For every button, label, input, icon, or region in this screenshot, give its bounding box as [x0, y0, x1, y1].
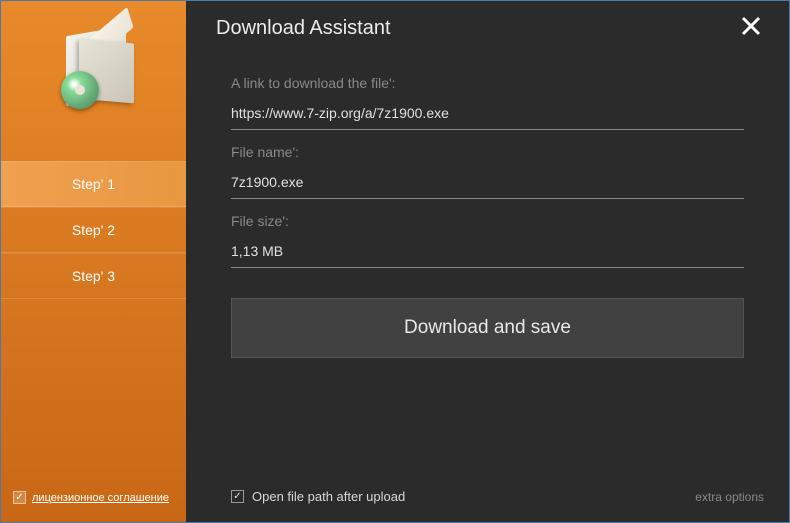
license-area: лицензионное соглашение: [13, 491, 169, 504]
step-2[interactable]: Step' 2: [1, 207, 186, 253]
sidebar: Step' 1 Step' 2 Step' 3 лицензионное сог…: [1, 1, 186, 522]
step-1[interactable]: Step' 1: [1, 161, 186, 207]
filesize-input[interactable]: [231, 237, 744, 268]
open-path-label: Open file path after upload: [252, 489, 405, 504]
link-input[interactable]: [231, 99, 744, 130]
download-save-button[interactable]: Download and save: [231, 298, 744, 358]
step-3[interactable]: Step' 3: [1, 253, 186, 299]
close-icon: [741, 16, 761, 36]
license-checkbox[interactable]: [13, 491, 26, 504]
filename-input[interactable]: [231, 168, 744, 199]
filename-label: File name':: [231, 144, 744, 160]
filesize-label: File size':: [231, 213, 744, 229]
footer-left: Open file path after upload: [231, 489, 405, 504]
close-button[interactable]: [735, 16, 767, 41]
extra-options-link[interactable]: extra options: [695, 490, 764, 504]
form-area: A link to download the file': File name'…: [186, 51, 789, 471]
license-link[interactable]: лицензионное соглашение: [32, 492, 169, 504]
header: Download Assistant: [186, 1, 789, 51]
open-path-checkbox[interactable]: [231, 490, 244, 503]
link-label: A link to download the file':: [231, 75, 744, 91]
footer: Open file path after upload extra option…: [186, 471, 789, 522]
steps-list: Step' 1 Step' 2 Step' 3: [1, 161, 186, 299]
main-panel: Download Assistant A link to download th…: [186, 1, 789, 522]
installer-icon: [51, 26, 141, 116]
app-title: Download Assistant: [216, 17, 391, 40]
